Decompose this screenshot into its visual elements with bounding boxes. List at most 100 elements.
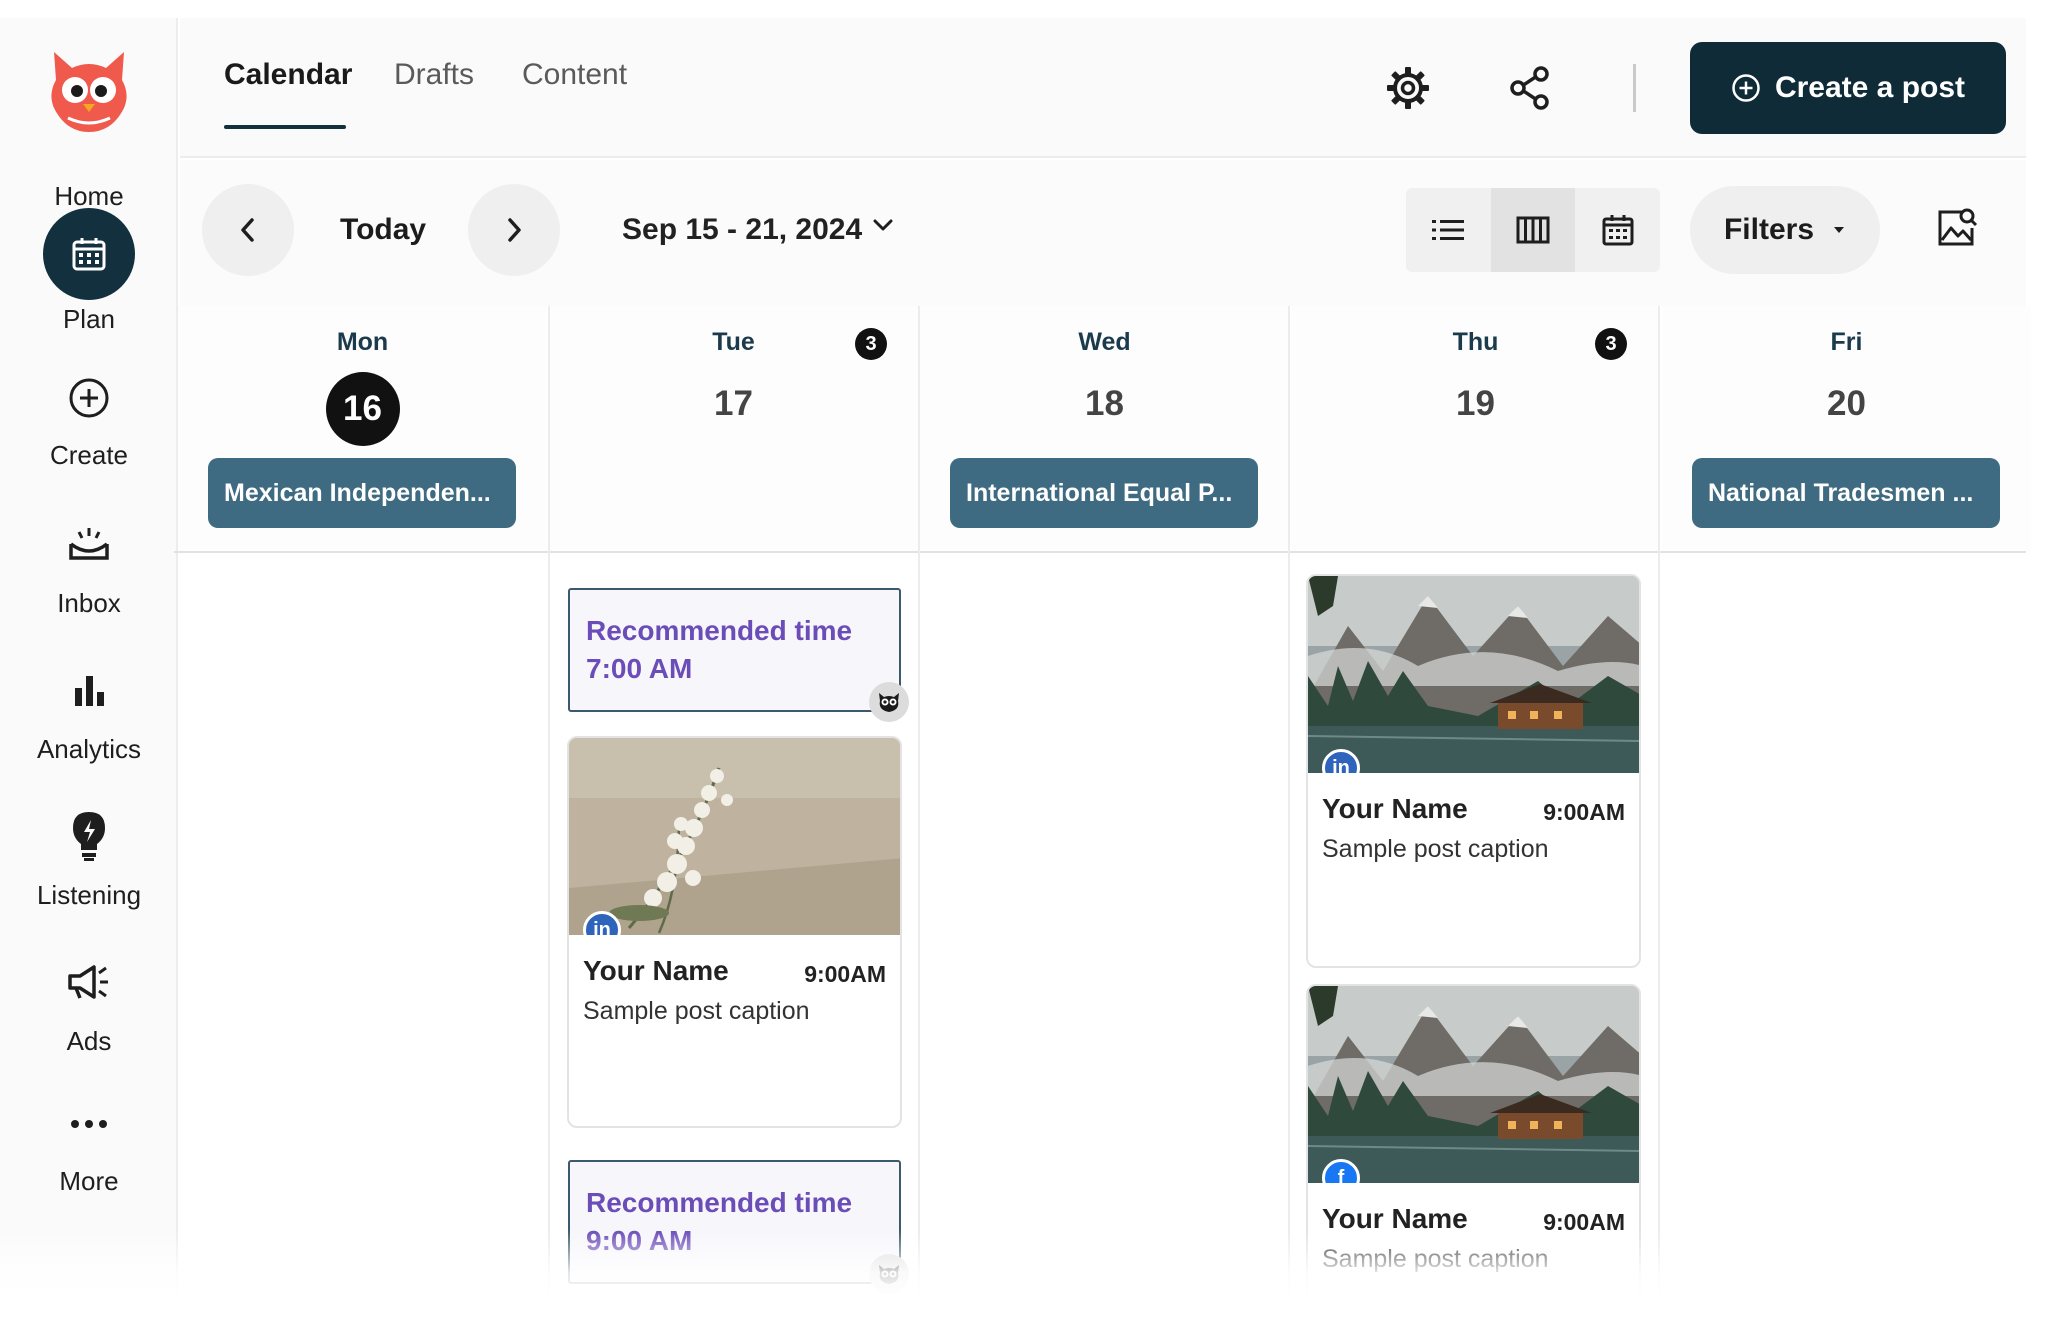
scheduled-post-card[interactable]: in Your Name 9:00AM Sample post caption [1306, 574, 1641, 968]
calendar-header-separator [174, 551, 2026, 553]
recommended-title: Recommended time [586, 615, 853, 646]
day-header-mon: Mon 16 Mexican Independen... [178, 306, 547, 552]
gear-icon[interactable] [1384, 64, 1432, 112]
sidebar-item-home[interactable]: Home [0, 46, 178, 212]
day-header-fri: Fri 20 National Tradesmen ... [1662, 306, 2031, 552]
post-meta: Your Name 9:00AM Sample post caption [1308, 1183, 1639, 1274]
sidebar: Home Plan Create Inbox Analytics Listeni… [0, 18, 178, 1308]
post-image: in [1308, 576, 1639, 773]
bar-chart-icon [75, 676, 104, 706]
next-week-button[interactable] [468, 184, 560, 276]
recommended-time-slot[interactable]: Recommended time 7:00 AM [568, 588, 909, 722]
sidebar-label-more: More [59, 1166, 119, 1196]
filters-button[interactable]: Filters [1690, 186, 1880, 274]
calendar-toolbar: Today Sep 15 - 21, 2024 Filters [180, 160, 2026, 306]
post-meta: Your Name 9:00AM Sample post caption [1308, 773, 1639, 864]
tab-drafts[interactable]: Drafts [394, 58, 474, 92]
post-caption: Sample post caption [583, 997, 810, 1025]
week-view-button[interactable] [1490, 188, 1576, 272]
top-bar: Calendar Drafts Content Create a post [180, 18, 2026, 158]
chevron-right-icon [508, 218, 521, 242]
day-date[interactable]: 17 [549, 384, 918, 424]
scheduled-post-card[interactable]: in Your Name 9:00AM Sample post caption [567, 736, 902, 1128]
previous-week-button[interactable] [202, 184, 294, 276]
post-caption: Sample post caption [1322, 835, 1549, 863]
column-divider [548, 306, 550, 1296]
ellipsis-icon [71, 1120, 107, 1128]
linkedin-badge-text: in [593, 918, 611, 936]
linkedin-badge-text: in [1332, 756, 1350, 774]
owl-logo-icon [51, 52, 127, 132]
scheduled-post-card[interactable]: f Your Name 9:00AM Sample post caption [1306, 984, 1641, 1304]
sidebar-item-analytics[interactable]: Analytics [0, 670, 178, 765]
media-search-icon[interactable] [1936, 206, 1978, 248]
post-image: in [569, 738, 900, 935]
sidebar-label-analytics: Analytics [36, 734, 142, 764]
sidebar-label-ads: Ads [66, 1026, 112, 1056]
megaphone-icon [68, 965, 108, 999]
day-date-today[interactable]: 16 [325, 372, 400, 446]
sidebar-label-plan: Plan [62, 304, 116, 334]
lightbulb-icon [73, 812, 105, 861]
today-button[interactable]: Today [340, 213, 426, 247]
plan-active-indicator [43, 208, 135, 300]
calendar-icon [1602, 215, 1634, 246]
day-name: Fri [1830, 328, 1863, 356]
tab-calendar[interactable]: Calendar [224, 58, 352, 92]
plus-circle-icon [69, 378, 109, 418]
sidebar-item-create[interactable]: Create [0, 376, 178, 471]
create-post-label: Create a post [1774, 71, 1966, 104]
post-time: 9:00AM [1543, 799, 1625, 825]
facebook-badge-text: f [1337, 1166, 1345, 1184]
month-view-button[interactable] [1575, 188, 1660, 272]
holiday-event[interactable]: Mexican Independen... [208, 458, 516, 528]
day-header-wed: Wed 18 International Equal P... [920, 306, 1289, 552]
day-header-tue: Tue 3 17 [549, 306, 918, 552]
day-date[interactable]: 20 [1662, 384, 2031, 424]
post-image: f [1308, 986, 1639, 1183]
mountain-lake-image [1308, 576, 1639, 773]
sidebar-item-inbox[interactable]: Inbox [0, 524, 178, 619]
owl-badge-icon [869, 1254, 909, 1294]
flowers-image [569, 738, 900, 935]
chevron-down-icon[interactable] [870, 212, 896, 238]
day-header-thu: Thu 3 19 [1291, 306, 1660, 552]
owl-badge-icon [869, 682, 909, 722]
column-divider [1658, 306, 1660, 1296]
day-name: Wed [1078, 328, 1131, 356]
columns-icon [1516, 216, 1550, 244]
create-post-button[interactable]: Create a post [1690, 42, 2006, 134]
recommended-time-slot[interactable]: Recommended time 9:00 AM [568, 1160, 909, 1294]
recommended-time: 7:00 AM [586, 653, 693, 684]
sidebar-item-more[interactable]: More [0, 1118, 178, 1197]
day-name: Mon [336, 328, 389, 356]
holiday-event[interactable]: National Tradesmen ... [1692, 458, 2000, 528]
list-icon [1432, 220, 1465, 240]
sidebar-item-plan[interactable]: Plan [0, 208, 178, 335]
post-time: 9:00AM [1543, 1209, 1625, 1235]
calendar-icon [72, 238, 106, 271]
inbox-icon [69, 528, 109, 560]
post-caption: Sample post caption [1322, 1245, 1549, 1273]
filters-label: Filters [1723, 213, 1815, 246]
share-icon[interactable] [1506, 64, 1554, 112]
mountain-lake-image [1308, 986, 1639, 1183]
caret-down-icon [1834, 227, 1845, 233]
day-date[interactable]: 18 [920, 384, 1289, 424]
date-range-label[interactable]: Sep 15 - 21, 2024 [622, 213, 862, 247]
sidebar-label-listening: Listening [36, 880, 142, 910]
tab-content[interactable]: Content [522, 58, 627, 92]
day-date[interactable]: 19 [1291, 384, 1660, 424]
post-time: 9:00AM [804, 961, 886, 987]
sidebar-item-listening[interactable]: Listening [0, 810, 178, 911]
column-divider [918, 306, 920, 1296]
bottom-fade-overlay [0, 1230, 2048, 1325]
holiday-event[interactable]: International Equal P... [950, 458, 1258, 528]
sidebar-item-ads[interactable]: Ads [0, 962, 178, 1057]
column-divider [1288, 306, 1290, 1296]
post-count-badge: 3 [855, 328, 887, 360]
recommended-time: 9:00 AM [586, 1225, 693, 1256]
recommended-title: Recommended time [586, 1187, 853, 1218]
plus-circle-icon [1732, 74, 1760, 102]
list-view-button[interactable] [1406, 188, 1491, 272]
